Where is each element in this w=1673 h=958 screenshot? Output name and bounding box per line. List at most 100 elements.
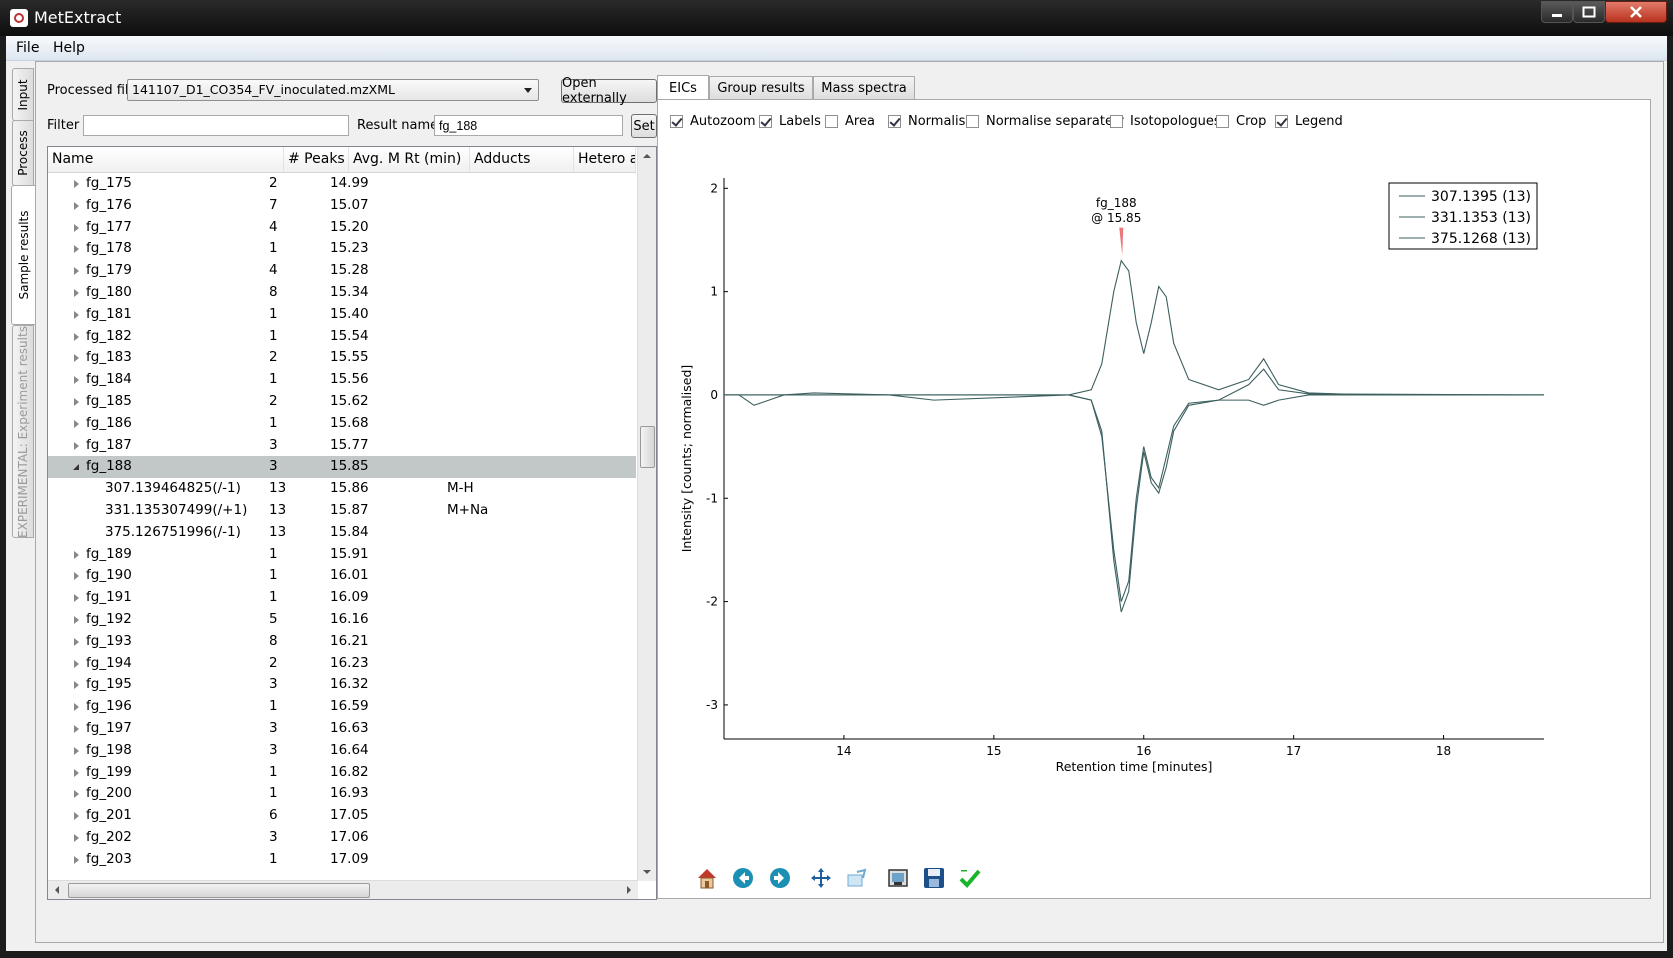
collapsed-arrow-icon[interactable] [74,310,79,319]
tree-row[interactable]: fg_187 3 15.77 [48,435,636,457]
collapsed-arrow-icon[interactable] [74,180,79,188]
filter-input[interactable] [83,115,349,136]
column-name[interactable]: Name [48,147,284,172]
collapsed-arrow-icon[interactable] [74,354,79,363]
collapsed-arrow-icon[interactable] [74,419,79,428]
save-icon[interactable] [922,866,946,890]
menu-file[interactable]: File [16,40,39,56]
collapsed-arrow-icon[interactable] [74,267,79,276]
series-line-1[interactable] [724,259,1544,406]
collapsed-arrow-icon[interactable] [74,332,79,341]
column-avg-rt[interactable]: Avg. M Rt (min) [349,147,470,172]
tree-row[interactable]: fg_186 1 15.68 [48,413,636,435]
tree-row[interactable]: fg_185 2 15.62 [48,391,636,413]
tree-row[interactable]: fg_190 1 16.01 [48,565,636,587]
expanded-arrow-icon[interactable] [73,464,79,471]
collapsed-arrow-icon[interactable] [74,572,79,581]
tree-row[interactable]: fg_175 2 14.99 [48,173,636,195]
home-icon[interactable] [695,866,719,890]
maximize-button[interactable] [1573,1,1605,23]
series-line-3[interactable] [724,394,1544,613]
collapsed-arrow-icon[interactable] [74,594,79,603]
tree-row[interactable]: fg_195 3 16.32 [48,674,636,696]
side-tab-experiment-results[interactable]: EXPERIMENTAL: Experiment results [12,325,34,538]
series-line-2[interactable] [724,368,1545,602]
tree-row[interactable]: fg_179 4 15.28 [48,260,636,282]
tree-vertical-scrollbar[interactable] [637,147,656,881]
tree-row[interactable]: fg_181 1 15.40 [48,304,636,326]
tree-row[interactable]: fg_189 1 15.91 [48,544,636,566]
column-peaks[interactable]: # Peaks [284,147,349,172]
tree-row[interactable]: fg_200 1 16.93 [48,783,636,805]
eic-chart[interactable]: 2 1 0 -1 -2 -3 14 15 16 17 18 Retention time [minut… [658,120,1650,880]
tree-row[interactable]: fg_182 1 15.54 [48,326,636,348]
menu-help[interactable]: Help [53,40,85,56]
tree-row[interactable]: fg_183 2 15.55 [48,347,636,369]
collapsed-arrow-icon[interactable] [74,550,79,559]
vertical-scroll-thumb[interactable] [640,426,655,468]
subplots-icon[interactable] [886,866,910,890]
collapsed-arrow-icon[interactable] [74,855,79,864]
tree-row[interactable]: fg_201 6 17.05 [48,805,636,827]
column-hetero[interactable]: Hetero a [574,147,636,172]
collapsed-arrow-icon[interactable] [74,376,79,385]
result-name-input[interactable] [434,115,623,136]
collapsed-arrow-icon[interactable] [74,681,79,690]
collapsed-arrow-icon[interactable] [74,703,79,712]
back-icon[interactable] [731,866,755,890]
side-tab-process[interactable]: Process [12,120,34,186]
collapsed-arrow-icon[interactable] [74,397,79,406]
tree-horizontal-scrollbar[interactable] [48,880,638,899]
collapsed-arrow-icon[interactable] [74,659,79,668]
tree-row[interactable]: fg_197 3 16.63 [48,718,636,740]
collapsed-arrow-icon[interactable] [74,768,79,777]
side-tab-input[interactable]: Input [12,68,34,121]
open-externally-button[interactable]: Open externally [561,76,657,106]
collapsed-arrow-icon[interactable] [74,288,79,297]
tree-row[interactable]: fg_178 1 15.23 [48,238,636,260]
tree-child-row[interactable]: 375.126751996(/-1) 13 15.84 [48,522,636,544]
tab-group-results[interactable]: Group results [709,76,813,99]
forward-icon[interactable] [768,866,792,890]
pan-icon[interactable] [809,866,833,890]
collapsed-arrow-icon[interactable] [74,245,79,254]
minimize-button[interactable] [1541,1,1573,23]
set-button[interactable]: Set [631,114,657,138]
tree-child-row[interactable]: 331.135307499(/+1) 13 15.87 M+Na [48,500,636,522]
tree-row[interactable]: fg_176 7 15.07 [48,195,636,217]
tree-row[interactable]: fg_191 1 16.09 [48,587,636,609]
tree-row[interactable]: fg_193 8 16.21 [48,631,636,653]
collapsed-arrow-icon[interactable] [74,746,79,755]
tree-child-row[interactable]: 307.139464825(/-1) 13 15.86 M-H [48,478,636,500]
tree-row[interactable]: fg_188 3 15.85 [48,456,636,479]
collapsed-arrow-icon[interactable] [74,812,79,821]
collapsed-arrow-icon[interactable] [74,441,79,450]
collapsed-arrow-icon[interactable] [74,201,79,210]
check-icon[interactable] [958,866,982,890]
tree-row[interactable]: fg_194 2 16.23 [48,653,636,675]
tree-row[interactable]: fg_202 3 17.06 [48,827,636,849]
zoom-icon[interactable] [845,866,869,890]
tree-row[interactable]: fg_199 1 16.82 [48,762,636,784]
tree-row[interactable]: fg_177 4 15.20 [48,217,636,239]
results-tree[interactable]: Name # Peaks Avg. M Rt (min) Adducts Het… [47,146,657,900]
tab-mass-spectra[interactable]: Mass spectra [813,76,915,99]
collapsed-arrow-icon[interactable] [74,790,79,799]
tree-row[interactable]: fg_203 1 17.09 [48,849,636,871]
side-tab-sample-results[interactable]: Sample results [11,185,35,325]
collapsed-arrow-icon[interactable] [74,615,79,624]
collapsed-arrow-icon[interactable] [74,833,79,842]
tree-row[interactable]: fg_198 3 16.64 [48,740,636,762]
tree-row[interactable]: fg_192 5 16.16 [48,609,636,631]
column-adducts[interactable]: Adducts [470,147,574,172]
tree-row[interactable]: fg_196 1 16.59 [48,696,636,718]
collapsed-arrow-icon[interactable] [74,637,79,646]
tree-row[interactable]: fg_184 1 15.56 [48,369,636,391]
tree-row[interactable]: fg_180 8 15.34 [48,282,636,304]
collapsed-arrow-icon[interactable] [74,223,79,232]
tab-eics[interactable]: EICs [657,75,709,100]
collapsed-arrow-icon[interactable] [74,724,79,733]
horizontal-scroll-thumb[interactable] [68,883,370,898]
processed-file-select[interactable]: 141107_D1_CO354_FV_inoculated.mzXML [127,79,539,101]
close-button[interactable] [1605,1,1667,23]
